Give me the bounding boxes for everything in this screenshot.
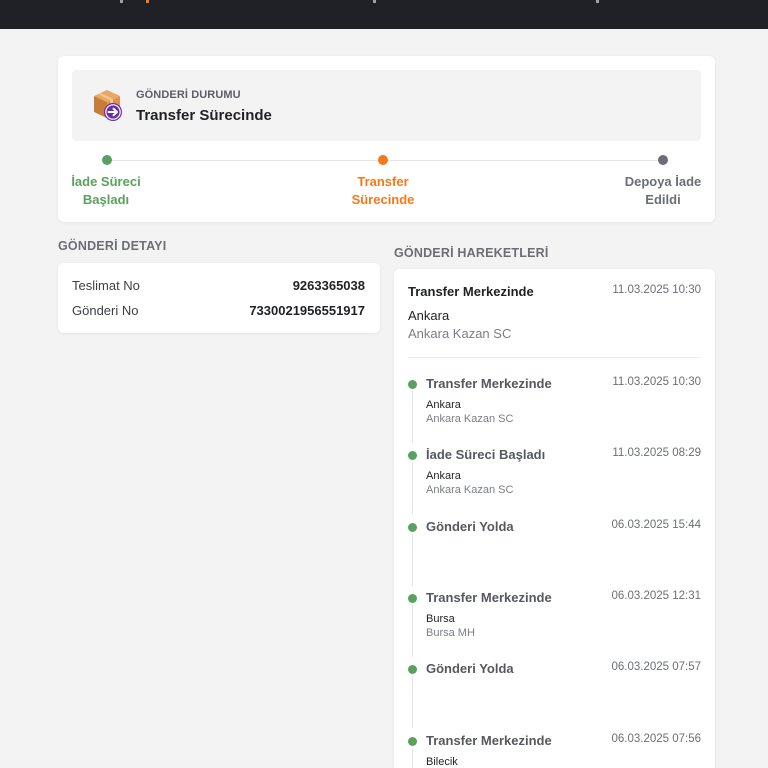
step-dot-returned bbox=[658, 155, 668, 165]
detail-section-title: GÖNDERİ DETAYI bbox=[58, 239, 167, 253]
timeline-city: Ankara bbox=[426, 470, 461, 482]
timeline-time: 11.03.2025 08:29 bbox=[612, 447, 701, 459]
moves-section-title: GÖNDERİ HAREKETLERİ bbox=[394, 246, 549, 260]
timeline-dot bbox=[408, 523, 417, 532]
detail-value: 7330021956551917 bbox=[249, 303, 365, 318]
step-dot-started bbox=[102, 155, 112, 165]
timeline-dot bbox=[408, 451, 417, 460]
timeline-title: Transfer Merkezinde bbox=[426, 376, 552, 391]
latest-move-time: 11.03.2025 10:30 bbox=[612, 284, 701, 296]
timeline-dot bbox=[408, 737, 417, 746]
shipment-status-card: GÖNDERİ DURUMU Transfer Sürecinde İade S… bbox=[58, 56, 715, 222]
shipment-detail-card: Teslimat No 9263365038 Gönderi No 733002… bbox=[58, 263, 380, 333]
timeline-item: İade Süreci Başladı 11.03.2025 08:29 Ank… bbox=[408, 444, 701, 514]
timeline-dot bbox=[408, 380, 417, 389]
timeline-time: 06.03.2025 15:44 bbox=[611, 519, 701, 531]
timeline-item: Transfer Merkezinde 06.03.2025 12:31 Bur… bbox=[408, 587, 701, 657]
header-text-fragment bbox=[373, 0, 376, 3]
detail-row-delivery-no: Teslimat No 9263365038 bbox=[72, 278, 365, 298]
step-dot-transfer bbox=[378, 155, 388, 165]
timeline-title: Transfer Merkezinde bbox=[426, 590, 552, 605]
shipment-moves-card[interactable]: Transfer Merkezinde 11.03.2025 10:30 Ank… bbox=[394, 269, 715, 768]
detail-row-shipment-no: Gönderi No 7330021956551917 bbox=[72, 303, 365, 323]
timeline-connector bbox=[412, 676, 413, 728]
timeline-city: Ankara bbox=[426, 399, 461, 411]
timeline-branch: Ankara Kazan SC bbox=[426, 413, 514, 425]
timeline-item: Gönderi Yolda 06.03.2025 15:44 bbox=[408, 516, 701, 586]
step-label-transfer: Transfer Sürecinde bbox=[351, 174, 415, 207]
timeline-city: Bilecik bbox=[426, 756, 458, 768]
latest-move-title: Transfer Merkezinde bbox=[408, 284, 534, 299]
step-label-started: İade Süreci Başladı bbox=[71, 174, 141, 207]
timeline-item: Transfer Merkezinde 06.03.2025 07:56 Bil… bbox=[408, 730, 701, 768]
timeline-dot bbox=[408, 665, 417, 674]
latest-move-city: Ankara bbox=[408, 308, 450, 323]
divider bbox=[408, 357, 701, 358]
timeline-title: Gönderi Yolda bbox=[426, 519, 514, 534]
timeline-title: Gönderi Yolda bbox=[426, 661, 514, 676]
status-value: Transfer Sürecinde bbox=[136, 107, 272, 124]
package-return-icon bbox=[94, 90, 122, 121]
timeline-branch: Ankara Kazan SC bbox=[426, 484, 514, 496]
timeline-time: 06.03.2025 07:57 bbox=[611, 661, 701, 673]
timeline-item: Gönderi Yolda 06.03.2025 07:57 bbox=[408, 658, 701, 728]
timeline-title: Transfer Merkezinde bbox=[426, 733, 552, 748]
detail-value: 9263365038 bbox=[292, 278, 365, 293]
timeline-item: Transfer Merkezinde 11.03.2025 10:30 Ank… bbox=[408, 373, 701, 443]
latest-move-branch: Ankara Kazan SC bbox=[408, 326, 512, 341]
header-accent-fragment bbox=[146, 0, 149, 3]
timeline-connector bbox=[412, 748, 413, 768]
timeline-dot bbox=[408, 594, 417, 603]
timeline-time: 11.03.2025 10:30 bbox=[612, 376, 701, 388]
timeline-title: İade Süreci Başladı bbox=[426, 447, 546, 462]
detail-key: Teslimat No bbox=[72, 278, 140, 293]
timeline-time: 06.03.2025 12:31 bbox=[611, 590, 701, 602]
status-label: GÖNDERİ DURUMU bbox=[136, 89, 241, 101]
header-text-fragment bbox=[596, 0, 599, 3]
timeline-branch: Bursa MH bbox=[426, 627, 475, 639]
step-label-returned: Depoya İade Edildi bbox=[624, 174, 702, 207]
timeline-connector bbox=[412, 462, 413, 514]
header-text-fragment bbox=[120, 0, 123, 3]
timeline-time: 06.03.2025 07:56 bbox=[611, 733, 701, 745]
detail-key: Gönderi No bbox=[72, 303, 139, 318]
top-header bbox=[0, 0, 768, 29]
status-header: GÖNDERİ DURUMU Transfer Sürecinde bbox=[72, 70, 701, 141]
timeline-connector bbox=[412, 391, 413, 443]
timeline-city: Bursa bbox=[426, 613, 455, 625]
timeline-connector bbox=[412, 534, 413, 586]
timeline-connector bbox=[412, 605, 413, 657]
